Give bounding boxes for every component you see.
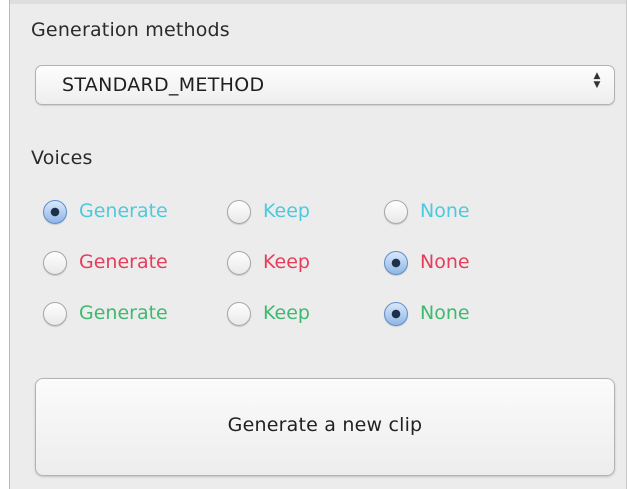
voice-3-none-label: None xyxy=(420,302,470,324)
radio-circle xyxy=(43,302,67,326)
panel-top-divider xyxy=(10,0,626,4)
radio-circle xyxy=(384,302,408,326)
generation-method-selected-value: STANDARD_METHOD xyxy=(62,74,265,96)
generation-method-select[interactable]: STANDARD_METHOD ▲ ▼ xyxy=(35,65,615,105)
voice-row-1: Generate Keep None xyxy=(43,198,603,228)
voices-label: Voices xyxy=(31,147,93,169)
generate-new-clip-button[interactable]: Generate a new clip xyxy=(35,378,615,476)
voice-row-2: Generate Keep None xyxy=(43,249,603,279)
radio-circle xyxy=(384,200,408,224)
voice-1-generate-label: Generate xyxy=(79,200,168,222)
generation-panel: Generation methods STANDARD_METHOD ▲ ▼ Vo… xyxy=(9,0,627,489)
voice-2-keep-label: Keep xyxy=(263,251,310,273)
generate-new-clip-label: Generate a new clip xyxy=(227,414,423,436)
voice-row-3: Generate Keep None xyxy=(43,300,603,330)
radio-circle xyxy=(384,251,408,275)
voice-2-none-label: None xyxy=(420,251,470,273)
up-down-chevrons-icon: ▲ ▼ xyxy=(593,71,601,90)
radio-circle xyxy=(227,302,251,326)
radio-circle xyxy=(43,251,67,275)
voice-3-keep-label: Keep xyxy=(263,302,310,324)
generation-methods-label: Generation methods xyxy=(31,19,230,41)
voice-1-none-label: None xyxy=(420,200,470,222)
voice-1-keep-label: Keep xyxy=(263,200,310,222)
radio-circle xyxy=(227,200,251,224)
voice-2-generate-label: Generate xyxy=(79,251,168,273)
voice-3-generate-label: Generate xyxy=(79,302,168,324)
radio-circle xyxy=(43,200,67,224)
radio-circle xyxy=(227,251,251,275)
